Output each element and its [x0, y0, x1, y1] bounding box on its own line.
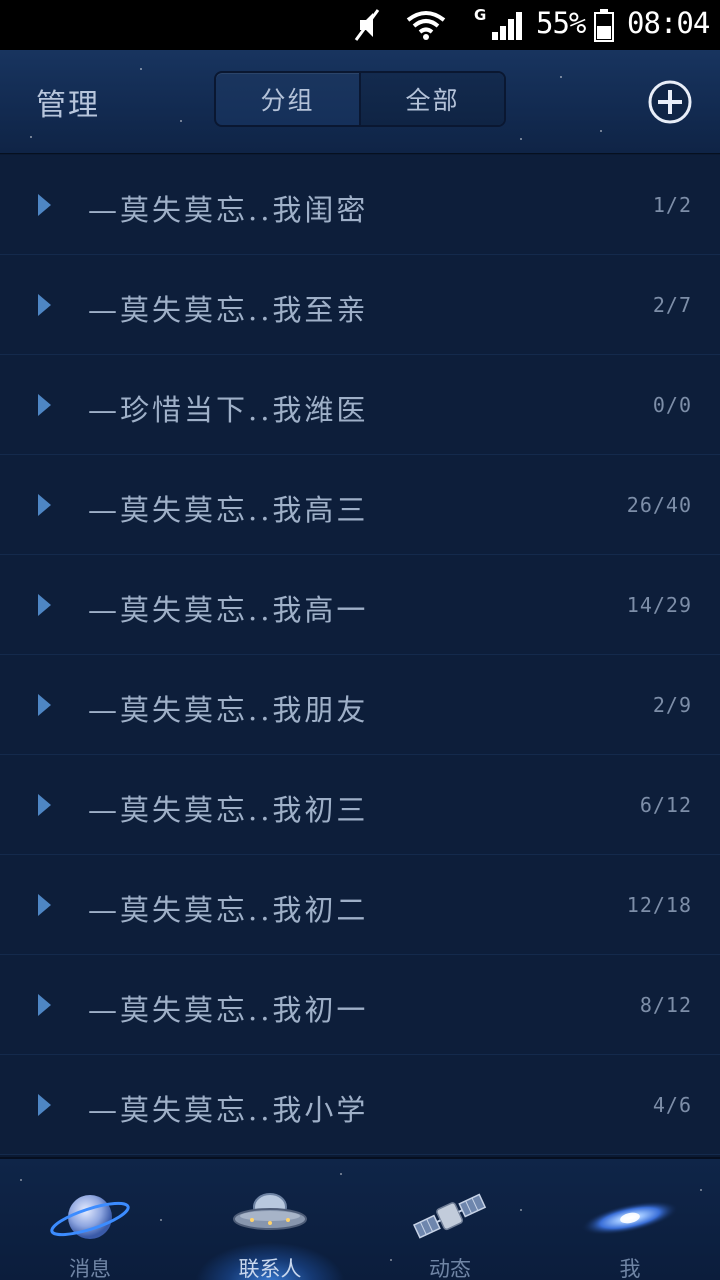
group-row[interactable]: —莫失莫忘..我高一 14/29 [0, 555, 720, 655]
group-name: —莫失莫忘..我至亲 [88, 293, 369, 327]
nav-label-contacts: 联系人 [238, 1257, 302, 1280]
clock: 08:04 [627, 6, 710, 40]
battery-icon [594, 9, 614, 42]
plus-circle-icon[interactable] [647, 79, 693, 125]
group-row[interactable]: —莫失莫忘..我初一 8/12 [0, 955, 720, 1055]
expand-arrow-icon [38, 394, 51, 416]
expand-arrow-icon [38, 594, 51, 616]
wifi-icon [406, 11, 446, 40]
nav-tab-me[interactable]: 我 [540, 1159, 720, 1280]
expand-arrow-icon [38, 194, 51, 216]
group-online-count: 0/0 [652, 393, 692, 417]
expand-arrow-icon [38, 1094, 51, 1116]
group-name: —珍惜当下..我潍医 [88, 393, 369, 427]
galaxy-icon [581, 1200, 679, 1236]
mute-icon [354, 9, 380, 41]
segment-all[interactable]: 全部 [361, 73, 504, 125]
group-row[interactable]: —莫失莫忘..我小学 4/6 [0, 1055, 720, 1155]
view-segmented-control: 分组 全部 [214, 71, 506, 127]
bottom-navigation: 消息 联系人 动态 我 [0, 1157, 720, 1280]
signal-icon [492, 12, 522, 40]
group-online-count: 14/29 [626, 593, 692, 617]
group-row[interactable]: —莫失莫忘..我高三 26/40 [0, 455, 720, 555]
group-online-count: 2/7 [652, 293, 692, 317]
group-row[interactable]: —莫失莫忘..我初二 12/18 [0, 855, 720, 955]
planet-icon [50, 1195, 130, 1239]
group-online-count: 2/9 [652, 693, 692, 717]
group-name: —莫失莫忘..我初二 [88, 893, 369, 927]
nav-label-feed: 动态 [429, 1257, 471, 1280]
group-online-count: 12/18 [626, 893, 692, 917]
group-online-count: 8/12 [639, 993, 692, 1017]
group-row[interactable]: —珍惜当下..我潍医 0/0 [0, 355, 720, 455]
nav-tab-contacts[interactable]: 联系人 [180, 1159, 360, 1280]
group-name: —莫失莫忘..我小学 [88, 1093, 369, 1127]
group-name: —莫失莫忘..我高三 [88, 493, 369, 527]
segment-groups[interactable]: 分组 [216, 73, 361, 125]
group-row[interactable]: —莫失莫忘..我初三 6/12 [0, 755, 720, 855]
group-row[interactable]: —莫失莫忘..我闺密 1/2 [0, 155, 720, 255]
expand-arrow-icon [38, 694, 51, 716]
contact-group-list: —莫失莫忘..我闺密 1/2 —莫失莫忘..我至亲 2/7 —珍惜当下..我潍医… [0, 155, 720, 1155]
expand-arrow-icon [38, 794, 51, 816]
nav-tab-feed[interactable]: 动态 [360, 1159, 540, 1280]
group-name: —莫失莫忘..我闺密 [88, 193, 369, 227]
expand-arrow-icon [38, 994, 51, 1016]
group-row[interactable]: —莫失莫忘..我朋友 2/9 [0, 655, 720, 755]
expand-arrow-icon [38, 494, 51, 516]
expand-arrow-icon [38, 894, 51, 916]
group-name: —莫失莫忘..我朋友 [88, 693, 369, 727]
expand-arrow-icon [38, 294, 51, 316]
status-bar: G 55% 08:04 [0, 0, 720, 50]
group-online-count: 6/12 [639, 793, 692, 817]
manage-button[interactable]: 管理 [36, 80, 100, 124]
group-name: —莫失莫忘..我高一 [88, 593, 369, 627]
nav-label-me: 我 [619, 1257, 641, 1280]
network-type-label: G [474, 6, 487, 24]
nav-label-messages: 消息 [69, 1257, 111, 1280]
group-name: —莫失莫忘..我初一 [88, 993, 369, 1027]
ufo-icon [233, 1193, 307, 1230]
group-online-count: 4/6 [652, 1093, 692, 1117]
group-row[interactable]: —莫失莫忘..我至亲 2/7 [0, 255, 720, 355]
satellite-icon [412, 1193, 487, 1239]
group-name: —莫失莫忘..我初三 [88, 793, 369, 827]
header-bar: 管理 分组 全部 [0, 50, 720, 154]
battery-percent: 55% [536, 6, 586, 40]
group-online-count: 26/40 [626, 493, 692, 517]
nav-tab-messages[interactable]: 消息 [0, 1159, 180, 1280]
group-online-count: 1/2 [652, 193, 692, 217]
